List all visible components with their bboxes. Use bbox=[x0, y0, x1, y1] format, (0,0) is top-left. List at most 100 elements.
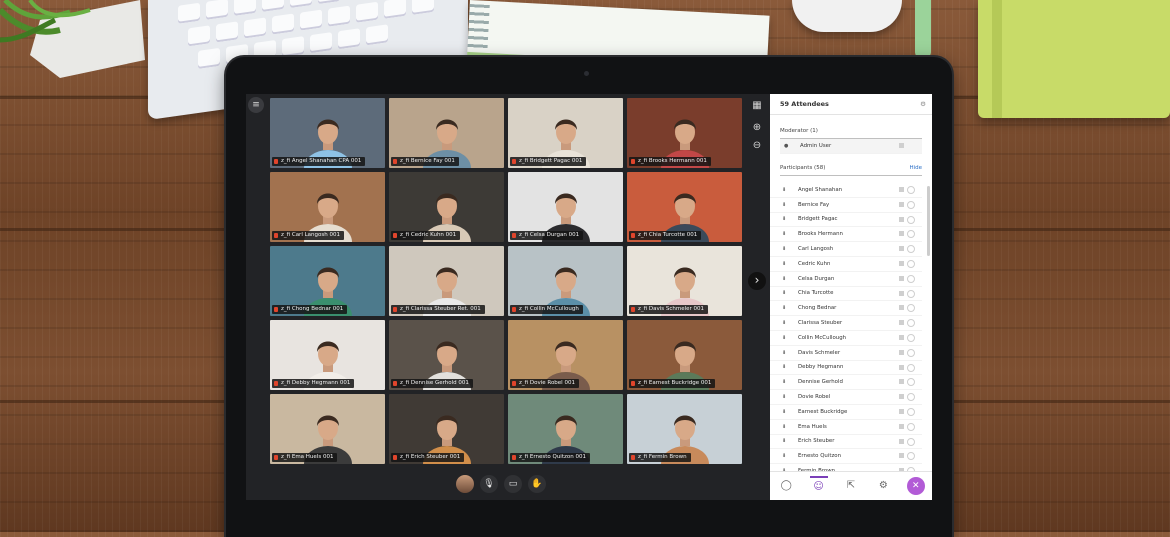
user-icon: ⬇ bbox=[782, 216, 787, 223]
attendees-title: 59 Attendees bbox=[780, 100, 829, 108]
mic-status-icon bbox=[899, 231, 904, 237]
my-avatar-button[interactable] bbox=[456, 475, 474, 493]
participant-row[interactable]: ⬇ Earnest Buckridge bbox=[770, 405, 922, 420]
video-tile[interactable]: z_fi Fermin Brown bbox=[627, 394, 742, 464]
status-dot-icon bbox=[907, 363, 915, 372]
close-panel-icon[interactable]: ✕ bbox=[906, 477, 925, 495]
participant-row[interactable]: ⬇ Davis Schmeler bbox=[770, 346, 922, 361]
video-tile[interactable]: z_fi Carl Langosh 001 bbox=[270, 172, 385, 242]
participant-row[interactable]: ⬇ Erich Steuber bbox=[770, 435, 922, 450]
video-tile[interactable]: z_fi Collin McCullough bbox=[508, 246, 623, 316]
webcam bbox=[584, 71, 589, 76]
participant-row[interactable]: ⬇ Clarissa Steuber bbox=[770, 316, 922, 331]
video-tile[interactable]: z_fi Bernice Fay 001 bbox=[389, 98, 504, 168]
user-icon: ⬇ bbox=[782, 364, 787, 371]
status-dot-icon bbox=[907, 200, 915, 209]
participant-row[interactable]: ⬇Fermin Brown bbox=[770, 464, 922, 471]
participant-row[interactable]: ⬇ Chong Bednar bbox=[770, 301, 922, 317]
video-tile[interactable]: z_fi Bridgett Pagac 001 bbox=[508, 98, 623, 168]
attendee-settings-icon[interactable]: ⚙ bbox=[920, 94, 926, 114]
mic-status-icon bbox=[899, 408, 904, 414]
video-tile[interactable]: z_fi Dovie Robel 001 bbox=[508, 320, 623, 390]
mic-status-icon bbox=[899, 143, 904, 148]
mic-status-icon bbox=[899, 187, 904, 192]
camera-icon[interactable]: ▭ bbox=[504, 475, 522, 493]
participant-row[interactable]: ⬇ Dennise Gerhold bbox=[770, 375, 922, 391]
user-icon: ⬇ bbox=[782, 231, 787, 238]
video-tile[interactable]: z_fi Chia Turcotte 001 bbox=[627, 172, 742, 242]
video-tile[interactable]: z_fi Chong Bednar 001 bbox=[270, 246, 385, 316]
status-dot-icon bbox=[907, 393, 915, 402]
participant-row[interactable]: ⬇ Collin McCullough bbox=[770, 331, 922, 346]
zoom-in-icon[interactable]: ⊕ bbox=[748, 120, 766, 136]
participant-row[interactable]: ⬇ Cedric Kuhn bbox=[770, 257, 922, 272]
video-tile[interactable]: z_fi Brooks Hermann 001 bbox=[627, 98, 742, 168]
video-tile[interactable]: z_fi Dennise Gerhold 001 bbox=[389, 320, 504, 390]
participant-row[interactable]: ⬇ Brooks Hermann bbox=[770, 227, 922, 243]
microphone-icon[interactable]: 🎙 bbox=[480, 475, 498, 493]
status-dot-icon bbox=[907, 289, 915, 298]
participant-name-tag: z_fi Cedric Kuhn 001 bbox=[391, 231, 461, 240]
participant-row[interactable]: ⬇ Chia Turcotte bbox=[770, 287, 922, 302]
video-tile[interactable]: z_fi Angel Shanahan CPA 001 bbox=[270, 98, 385, 168]
participant-row[interactable]: ⬇ Debby Hegmann bbox=[770, 361, 922, 376]
participant-name: Bridgett Pagac bbox=[798, 216, 838, 223]
video-tile[interactable]: z_fi Ernesto Quitzon 001 bbox=[508, 394, 623, 464]
chat-icon[interactable]: ◯ bbox=[777, 477, 795, 495]
attendees-tab-icon[interactable]: ☺ bbox=[809, 476, 828, 496]
mic-status-icon bbox=[899, 453, 904, 459]
participant-row[interactable]: ⬇ Carl Langosh bbox=[770, 242, 922, 257]
video-tile[interactable]: z_fi Cedric Kuhn 001 bbox=[389, 172, 504, 242]
user-icon: ⬇ bbox=[782, 394, 787, 401]
raise-hand-icon[interactable]: ✋ bbox=[528, 475, 546, 493]
share-content-icon[interactable]: ⇱ bbox=[842, 477, 860, 495]
video-tile[interactable]: z_fi Erich Steuber 001 bbox=[389, 394, 504, 464]
participant-name-tag: z_fi Brooks Hermann 001 bbox=[629, 157, 711, 166]
video-tile[interactable]: z_fi Ema Huels 001 bbox=[270, 394, 385, 464]
mic-status-icon bbox=[899, 394, 904, 400]
participant-name-tag: z_fi Dennise Gerhold 001 bbox=[391, 379, 473, 388]
participant-name-tag: z_fi Earnest Buckridge 001 bbox=[629, 379, 716, 388]
video-tile[interactable]: z_fi Clarissa Steuber Ret. 001 bbox=[389, 246, 504, 316]
participant-name: Ernesto Quitzon bbox=[798, 453, 842, 460]
video-tile[interactable]: z_fi Earnest Buckridge 001 bbox=[627, 320, 742, 390]
participant-row[interactable]: ⬇ Angel Shanahan bbox=[770, 183, 922, 198]
participant-name: Erich Steuber bbox=[798, 438, 835, 445]
participant-row[interactable]: ⬇ Dovie Robel bbox=[770, 390, 922, 405]
mic-status-icon bbox=[899, 320, 904, 326]
zoom-out-icon[interactable]: ⊖ bbox=[748, 138, 766, 154]
mic-status-icon bbox=[899, 216, 904, 222]
mic-status-icon bbox=[899, 246, 904, 252]
status-dot-icon bbox=[907, 348, 915, 357]
status-dot-icon bbox=[907, 259, 915, 268]
video-tile[interactable]: z_fi Debby Hegmann 001 bbox=[270, 320, 385, 390]
user-icon: ⬇ bbox=[782, 305, 787, 312]
user-icon: ⬇ bbox=[782, 349, 787, 356]
video-tile[interactable]: z_fi Davis Schmeler 001 bbox=[627, 246, 742, 316]
grid-view-icon[interactable]: ▦ bbox=[748, 98, 766, 114]
participant-name: Bernice Fay bbox=[798, 201, 830, 208]
status-dot-icon bbox=[907, 186, 915, 194]
participant-name-tag: z_fi Chong Bednar 001 bbox=[272, 305, 348, 314]
participant-row[interactable]: ⬇ Ernesto Quitzon bbox=[770, 449, 922, 465]
menu-icon[interactable]: ≡ bbox=[248, 97, 264, 113]
participant-row[interactable]: ⬇ Bridgett Pagac bbox=[770, 213, 922, 228]
participant-row[interactable]: ⬇ Bernice Fay bbox=[770, 198, 922, 213]
status-dot-icon bbox=[907, 378, 915, 387]
attendees-header: 59 Attendees ⚙ bbox=[770, 94, 932, 115]
settings-icon[interactable]: ⚙ bbox=[874, 477, 892, 495]
participant-row[interactable]: ⬇ Celsa Durgan bbox=[770, 272, 922, 287]
status-dot-icon bbox=[907, 452, 915, 461]
participant-name: Dennise Gerhold bbox=[798, 379, 843, 386]
video-grid: z_fi Angel Shanahan CPA 001 z_fi Bernice … bbox=[270, 98, 744, 464]
moderator-row[interactable]: ● Admin User bbox=[780, 139, 922, 154]
participants-scrollbar[interactable] bbox=[927, 186, 930, 256]
hide-participants-link[interactable]: Hide bbox=[909, 162, 922, 175]
participant-row[interactable]: ⬇ Ema Huels bbox=[770, 420, 922, 435]
video-tile[interactable]: z_fi Celsa Durgan 001 bbox=[508, 172, 623, 242]
mic-status-icon bbox=[899, 423, 904, 429]
folder bbox=[978, 0, 1170, 118]
next-page-button[interactable]: › bbox=[748, 272, 766, 290]
status-dot-icon bbox=[907, 230, 915, 239]
computer-mouse bbox=[792, 0, 902, 32]
